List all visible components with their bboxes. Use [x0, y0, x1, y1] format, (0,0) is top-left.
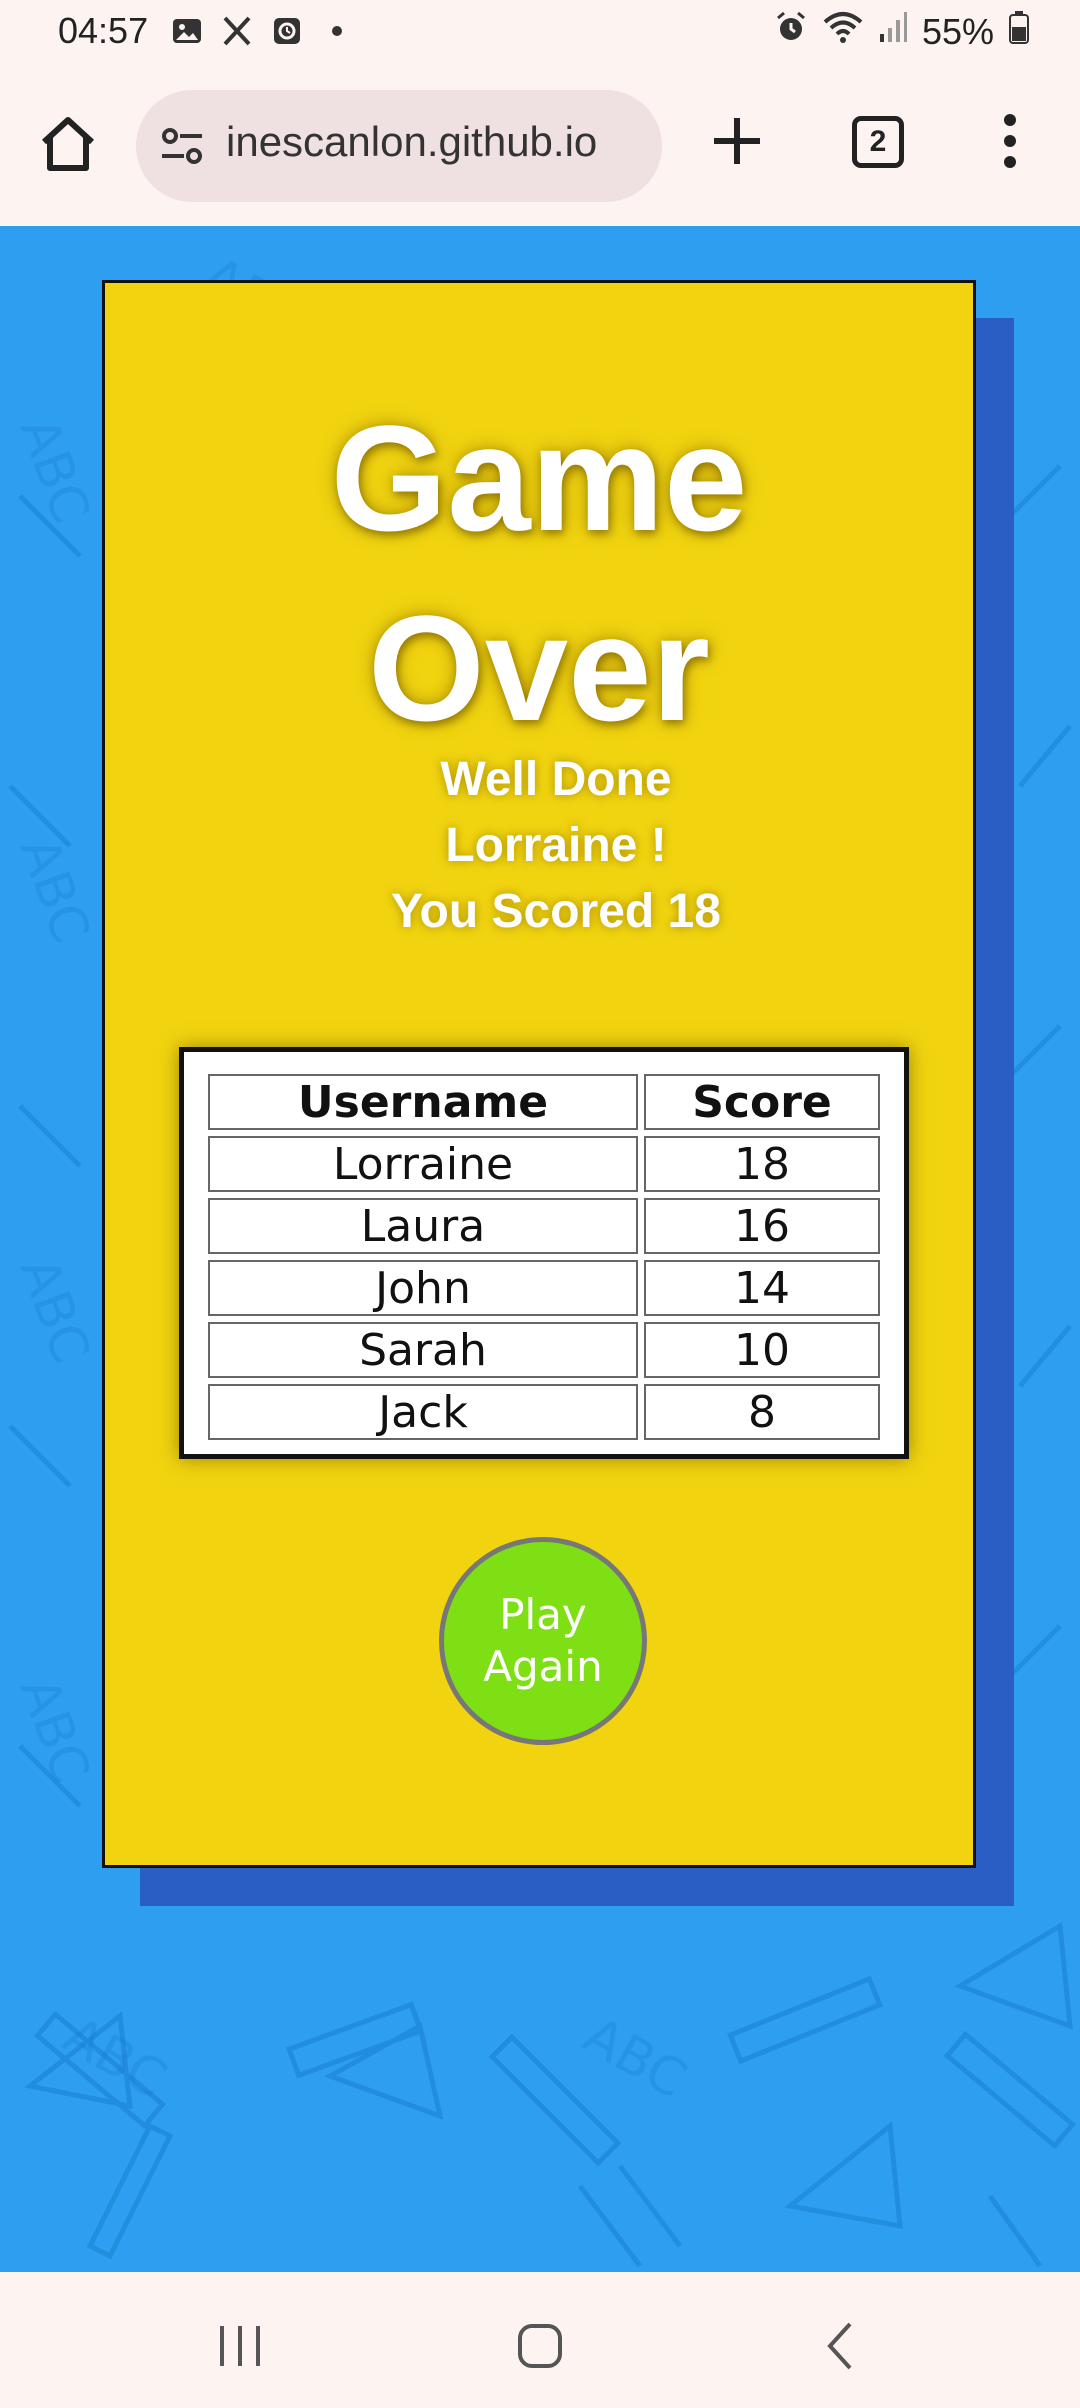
status-bar: 04:57 55%	[0, 0, 1080, 66]
web-page: ABC ABC ABC ABC ABC ABC ABC Game Over We…	[0, 226, 1080, 2272]
score-message: Well Done Lorraine ! You Scored 18	[105, 747, 973, 945]
home-nav-icon	[518, 2324, 562, 2368]
status-time: 04:57	[58, 10, 149, 51]
recent-apps-icon	[220, 2326, 260, 2366]
table-header-row: Username Score	[208, 1074, 880, 1130]
home-nav-button[interactable]	[510, 2316, 570, 2376]
play-again-button[interactable]: Play Again	[439, 1537, 647, 1745]
row-username: Lorraine	[208, 1136, 638, 1192]
table-row: John 14	[208, 1260, 880, 1316]
signal-icon	[878, 10, 908, 53]
row-username: Laura	[208, 1198, 638, 1254]
header-score: Score	[644, 1074, 880, 1130]
system-nav-bar	[0, 2272, 1080, 2408]
x-icon	[220, 14, 254, 48]
system-status: 55%	[774, 10, 1030, 53]
row-username: John	[208, 1260, 638, 1316]
clock-app-icon	[270, 14, 304, 48]
play-again-line-2: Again	[483, 1642, 603, 1691]
home-icon	[41, 117, 95, 171]
home-button[interactable]	[36, 112, 100, 176]
svg-text:ABC: ABC	[8, 830, 101, 951]
battery-text: 55%	[921, 10, 994, 52]
svg-text:ABC: ABC	[8, 1250, 101, 1371]
browser-toolbar: inescanlon.github.io 2	[0, 66, 1080, 226]
tab-switcher-button[interactable]: 2	[852, 116, 904, 168]
message-line-1: Well Done	[440, 753, 672, 806]
row-score: 10	[644, 1322, 880, 1378]
table-row: Laura 16	[208, 1198, 880, 1254]
battery-icon	[1008, 10, 1030, 53]
svg-text:ABC: ABC	[8, 1670, 101, 1791]
title-line-1: Game	[330, 394, 748, 562]
svg-text:ABC: ABC	[574, 2005, 696, 2110]
game-over-card: Game Over Well Done Lorraine ! You Score…	[102, 280, 976, 1868]
more-options-button[interactable]	[990, 110, 1030, 172]
more-vert-icon	[1004, 114, 1016, 168]
plus-icon	[714, 118, 760, 164]
site-settings-icon[interactable]	[158, 122, 206, 170]
image-icon	[170, 14, 204, 48]
back-icon	[827, 2322, 852, 2370]
table-row: Lorraine 18	[208, 1136, 880, 1192]
dot-icon	[320, 14, 354, 48]
leaderboard: Username Score Lorraine 18 Laura 16 John	[179, 1047, 909, 1459]
message-line-3: You Scored 18	[391, 885, 721, 938]
alarm-icon	[774, 10, 808, 53]
title-line-2: Over	[368, 584, 710, 752]
back-button[interactable]	[812, 2316, 872, 2376]
recent-apps-button[interactable]	[210, 2316, 270, 2376]
play-again-line-1: Play	[499, 1590, 587, 1639]
row-score: 14	[644, 1260, 880, 1316]
svg-text:ABC: ABC	[8, 410, 101, 531]
row-username: Jack	[208, 1384, 638, 1440]
row-score: 8	[644, 1384, 880, 1440]
row-username: Sarah	[208, 1322, 638, 1378]
url-text: inescanlon.github.io	[226, 118, 598, 165]
table-row: Sarah 10	[208, 1322, 880, 1378]
page-title: Game Over	[105, 383, 973, 763]
table-row: Jack 8	[208, 1384, 880, 1440]
row-score: 18	[644, 1136, 880, 1192]
address-bar[interactable]: inescanlon.github.io	[136, 90, 662, 202]
header-username: Username	[208, 1074, 638, 1130]
leaderboard-table: Username Score Lorraine 18 Laura 16 John	[202, 1068, 886, 1446]
row-score: 16	[644, 1198, 880, 1254]
wifi-icon	[822, 10, 864, 53]
notification-icons	[170, 14, 354, 48]
message-line-2: Lorraine !	[445, 819, 667, 872]
new-tab-button[interactable]	[706, 110, 768, 172]
